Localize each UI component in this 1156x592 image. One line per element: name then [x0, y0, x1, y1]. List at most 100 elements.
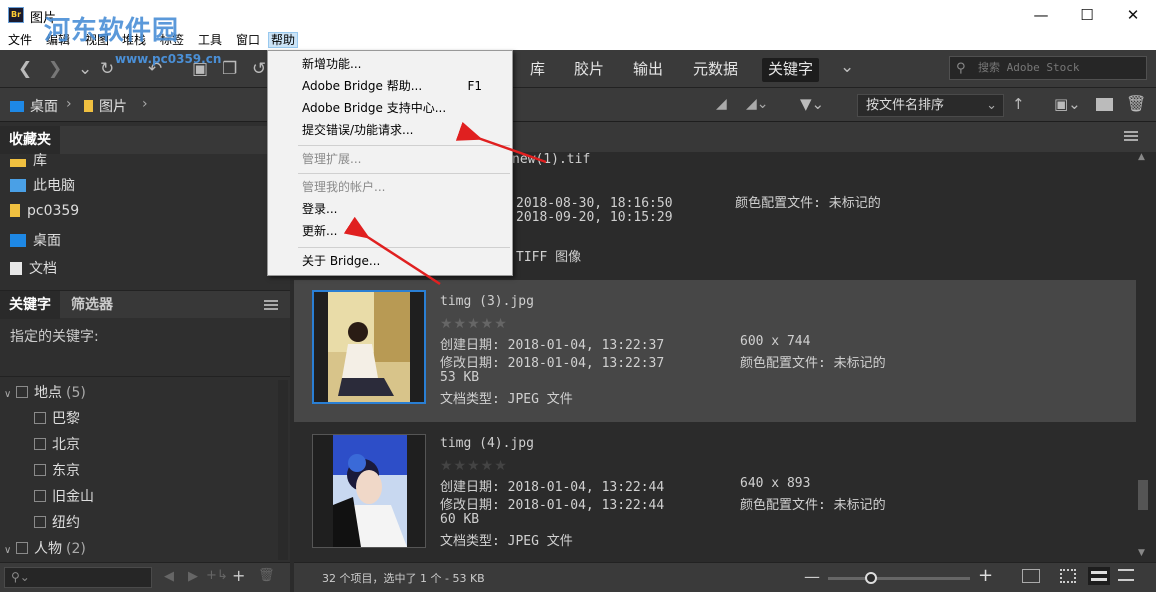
- path-bar: 桌面 › 图片 › ◢ ◢⌄ ▼⌄ 按文件名排序 ⌄ ↑ ▣⌄ 🗑: [0, 88, 1156, 122]
- favorite-library[interactable]: 库: [10, 150, 47, 170]
- grid-view-icon[interactable]: [1022, 569, 1040, 583]
- keyword-group-people[interactable]: ∨ 人物 (2): [4, 538, 86, 558]
- keyword-tokyo[interactable]: 东京: [34, 460, 80, 480]
- details-view-icon[interactable]: [1088, 567, 1110, 585]
- breadcrumb-desktop[interactable]: 桌面: [10, 96, 58, 116]
- new-folder-icon[interactable]: [1096, 98, 1113, 111]
- watermark-url: www.pc0359.cn: [115, 52, 222, 66]
- maximize-button[interactable]: ☐: [1064, 0, 1110, 30]
- menu-item-manage-extensions: 管理扩展...: [302, 152, 362, 166]
- close-button[interactable]: ✕: [1110, 0, 1156, 30]
- search-input[interactable]: 搜索 Adobe Stock: [949, 56, 1147, 80]
- keyword-label: 人物: [34, 541, 62, 557]
- file-modified: 修改日期: 2018-01-04, 13:22:44: [440, 498, 665, 513]
- favorite-label: 库: [33, 153, 47, 169]
- tab-keywords[interactable]: 关键字: [0, 291, 60, 319]
- thumbnail[interactable]: [312, 290, 426, 404]
- workspace-filmstrip[interactable]: 胶片: [568, 58, 610, 82]
- keyword-checkbox[interactable]: [34, 464, 46, 476]
- menu-item-bridge-help[interactable]: Adobe Bridge 帮助... F1: [302, 76, 502, 96]
- thumbnail-view-icon[interactable]: [1060, 569, 1076, 583]
- keyword-san-francisco[interactable]: 旧金山: [34, 486, 94, 506]
- tab-filter[interactable]: 筛选器: [62, 291, 122, 319]
- content-menu-icon[interactable]: [1124, 131, 1138, 141]
- favorite-desktop[interactable]: 桌面: [10, 230, 61, 250]
- workspace-library[interactable]: 库: [524, 58, 551, 82]
- zoom-in-icon[interactable]: +: [978, 565, 993, 586]
- scroll-down-icon[interactable]: ▼: [1138, 548, 1145, 558]
- menu-item-manage-account: 管理我的帐户...: [302, 180, 386, 194]
- rating-stars[interactable]: ★★★★★: [440, 316, 508, 332]
- menu-item-submit-bug[interactable]: 提交错误/功能请求...: [302, 120, 414, 140]
- zoom-out-icon[interactable]: —: [804, 567, 820, 586]
- menu-help[interactable]: 帮助: [268, 32, 299, 48]
- menu-window[interactable]: 窗口: [234, 32, 262, 48]
- file-color-profile: 颜色配置文件: 未标记的: [740, 356, 886, 371]
- file-dimensions: 600 x 744: [740, 334, 811, 349]
- menu-item-support-center[interactable]: Adobe Bridge 支持中心...: [302, 98, 446, 118]
- keyword-checkbox[interactable]: [34, 438, 46, 450]
- next-icon[interactable]: ▶: [188, 569, 198, 584]
- favorite-documents[interactable]: 文档: [10, 258, 57, 278]
- back-icon[interactable]: ❮: [18, 60, 32, 78]
- breadcrumb-pictures[interactable]: 图片: [84, 96, 127, 116]
- open-recent-icon[interactable]: ▣⌄: [1054, 95, 1081, 113]
- trash-icon[interactable]: 🗑: [1126, 94, 1146, 113]
- favorite-label: 文档: [29, 261, 57, 277]
- rotate-icon[interactable]: ↺: [252, 60, 266, 78]
- forward-icon[interactable]: ❯: [48, 60, 62, 78]
- refine-icon[interactable]: ❐: [222, 60, 237, 78]
- panel-menu-icon[interactable]: [264, 300, 278, 310]
- favorite-computer[interactable]: 此电脑: [10, 175, 75, 195]
- documents-icon: [10, 262, 22, 275]
- menu-file[interactable]: 文件: [6, 32, 34, 48]
- sort-ascending-icon[interactable]: ↑: [1012, 95, 1025, 113]
- desktop-icon: [10, 234, 26, 247]
- delete-keyword-icon[interactable]: 🗑: [258, 568, 275, 583]
- add-keyword-icon[interactable]: +: [232, 566, 245, 585]
- list-view-icon[interactable]: [1118, 569, 1134, 581]
- chevron-down-icon[interactable]: ∨: [4, 389, 16, 400]
- new-subkeyword-icon[interactable]: +↳: [206, 568, 228, 583]
- content-scrollbar[interactable]: ▲ ▼: [1136, 152, 1150, 562]
- rating-stars[interactable]: ★★★★★: [440, 458, 508, 474]
- keyword-search-input[interactable]: ⚲⌄: [4, 567, 152, 588]
- quality-icon[interactable]: ◢⌄: [746, 96, 769, 112]
- chevron-down-icon[interactable]: ⌄: [78, 60, 92, 78]
- keyword-beijing[interactable]: 北京: [34, 434, 80, 454]
- keyword-new-york[interactable]: 纽约: [34, 512, 80, 532]
- favorite-pc0359[interactable]: pc0359: [10, 203, 79, 219]
- minimize-button[interactable]: —: [1018, 0, 1064, 30]
- keyword-checkbox[interactable]: [16, 386, 28, 398]
- file-item[interactable]: timg (4).jpg ★★★★★ 创建日期: 2018-01-04, 13:…: [294, 422, 1136, 562]
- keyword-checkbox[interactable]: [34, 490, 46, 502]
- recent-icon[interactable]: ↻: [100, 60, 114, 78]
- sort-select[interactable]: 按文件名排序 ⌄: [857, 94, 1004, 117]
- workspace-output[interactable]: 输出: [627, 58, 669, 82]
- keyword-checkbox[interactable]: [34, 412, 46, 424]
- workspace-metadata[interactable]: 元数据: [687, 58, 744, 82]
- keyword-checkbox[interactable]: [34, 516, 46, 528]
- menu-tools[interactable]: 工具: [196, 32, 224, 48]
- chevron-down-icon[interactable]: ∨: [4, 545, 16, 556]
- file-name: new(1).tif: [512, 152, 591, 167]
- rating-filter-icon[interactable]: ◢: [716, 96, 727, 112]
- file-item-selected[interactable]: timg (3).jpg ★★★★★ 创建日期: 2018-01-04, 13:…: [294, 280, 1136, 422]
- zoom-slider[interactable]: [828, 572, 970, 584]
- keywords-scrollbar[interactable]: [278, 380, 288, 560]
- keyword-group-places[interactable]: ∨ 地点 (5): [4, 382, 86, 402]
- keyword-paris[interactable]: 巴黎: [34, 408, 80, 428]
- menu-item-about[interactable]: 关于 Bridge...: [302, 251, 380, 271]
- menu-item-updates[interactable]: 更新...: [302, 221, 337, 241]
- filter-icon[interactable]: ▼⌄: [800, 95, 824, 113]
- menu-item-whats-new[interactable]: 新增功能...: [302, 54, 361, 74]
- zoom-slider-thumb[interactable]: [864, 572, 877, 584]
- scrollbar-thumb[interactable]: [1138, 480, 1148, 510]
- prev-icon[interactable]: ◀: [164, 569, 174, 584]
- workspace-more-icon[interactable]: ⌄: [840, 58, 854, 76]
- thumbnail[interactable]: [312, 434, 426, 548]
- scroll-up-icon[interactable]: ▲: [1138, 152, 1145, 162]
- keyword-checkbox[interactable]: [16, 542, 28, 554]
- menu-item-sign-in[interactable]: 登录...: [302, 199, 337, 219]
- workspace-keywords[interactable]: 关键字: [762, 58, 820, 82]
